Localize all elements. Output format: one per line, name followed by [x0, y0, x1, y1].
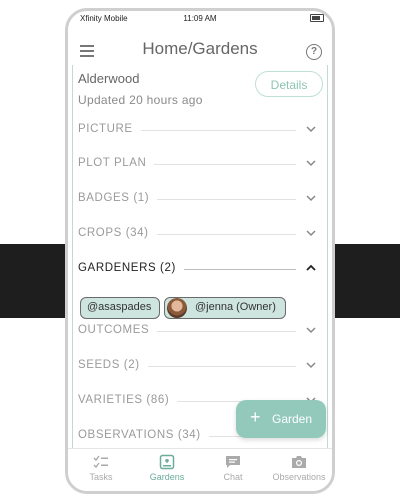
tab-label: Gardens: [149, 472, 185, 482]
section-crops[interactable]: CROPS (34): [78, 224, 318, 244]
section-label: PICTURE: [78, 123, 141, 135]
tab-observations[interactable]: Observations: [266, 451, 332, 489]
section-label: OBSERVATIONS (34): [78, 429, 209, 441]
tasks-icon: [93, 455, 108, 469]
chevron-down-icon: [306, 195, 316, 202]
chevron-down-icon: [306, 362, 316, 369]
section-seeds[interactable]: SEEDS (2): [78, 356, 318, 376]
chevron-down-icon: [306, 327, 316, 334]
camera-icon: [292, 456, 306, 468]
battery-icon: [310, 14, 324, 22]
phone-frame: Xfinity Mobile 11:09 AM Home/Gardens ? A…: [65, 8, 335, 494]
section-badges[interactable]: BADGES (1): [78, 189, 318, 209]
tab-chat[interactable]: Chat: [200, 451, 266, 489]
tab-label: Observations: [272, 472, 326, 482]
section-label: OUTCOMES: [78, 324, 158, 336]
help-icon[interactable]: ?: [306, 44, 322, 60]
status-bar: Xfinity Mobile 11:09 AM: [68, 11, 332, 27]
section-label: SEEDS (2): [78, 359, 148, 371]
gardener-chip[interactable]: @jenna (Owner): [164, 297, 286, 319]
section-outcomes[interactable]: OUTCOMES: [78, 321, 318, 341]
tab-label: Chat: [223, 472, 243, 482]
status-time: 11:09 AM: [183, 14, 217, 23]
add-garden-label: Garden: [272, 412, 313, 426]
gardener-chip[interactable]: @asaspades: [80, 297, 160, 319]
section-label: GARDENERS (2): [78, 262, 184, 274]
section-label: BADGES (1): [78, 192, 158, 204]
garden-card: Alderwood Updated 20 hours ago Details P…: [68, 65, 332, 449]
section-plot-plan[interactable]: PLOT PLAN: [78, 154, 318, 174]
tab-tasks[interactable]: Tasks: [68, 451, 134, 489]
gardens-icon: [159, 454, 175, 470]
chevron-down-icon: [306, 160, 316, 167]
gardener-handle: @jenna (Owner): [195, 301, 276, 313]
section-label: PLOT PLAN: [78, 157, 155, 169]
chevron-down-icon: [306, 230, 316, 237]
section-picture[interactable]: PICTURE: [78, 120, 318, 140]
page-title: Home/Gardens: [142, 39, 258, 58]
updated-timestamp: Updated 20 hours ago: [78, 93, 203, 107]
add-garden-button[interactable]: + Garden: [236, 400, 326, 438]
chat-icon: [226, 456, 240, 468]
avatar: [167, 298, 187, 318]
details-button[interactable]: Details: [255, 71, 323, 97]
plus-icon: +: [250, 407, 261, 427]
bottom-tab-bar: Tasks Gardens Chat Observations: [68, 448, 332, 491]
section-label: VARIETIES (86): [78, 394, 178, 406]
chevron-down-icon: [306, 126, 316, 133]
garden-name: Alderwood: [78, 71, 140, 86]
chevron-up-icon: [306, 264, 316, 271]
screen-edge-right: [335, 244, 400, 318]
tab-gardens[interactable]: Gardens: [134, 451, 200, 489]
card-border-left: [72, 65, 73, 449]
screen-edge-left: [0, 244, 65, 318]
card-border-right: [327, 65, 328, 449]
section-gardeners[interactable]: GARDENERS (2): [78, 259, 318, 279]
tab-label: Tasks: [89, 472, 113, 482]
section-label: CROPS (34): [78, 227, 157, 239]
